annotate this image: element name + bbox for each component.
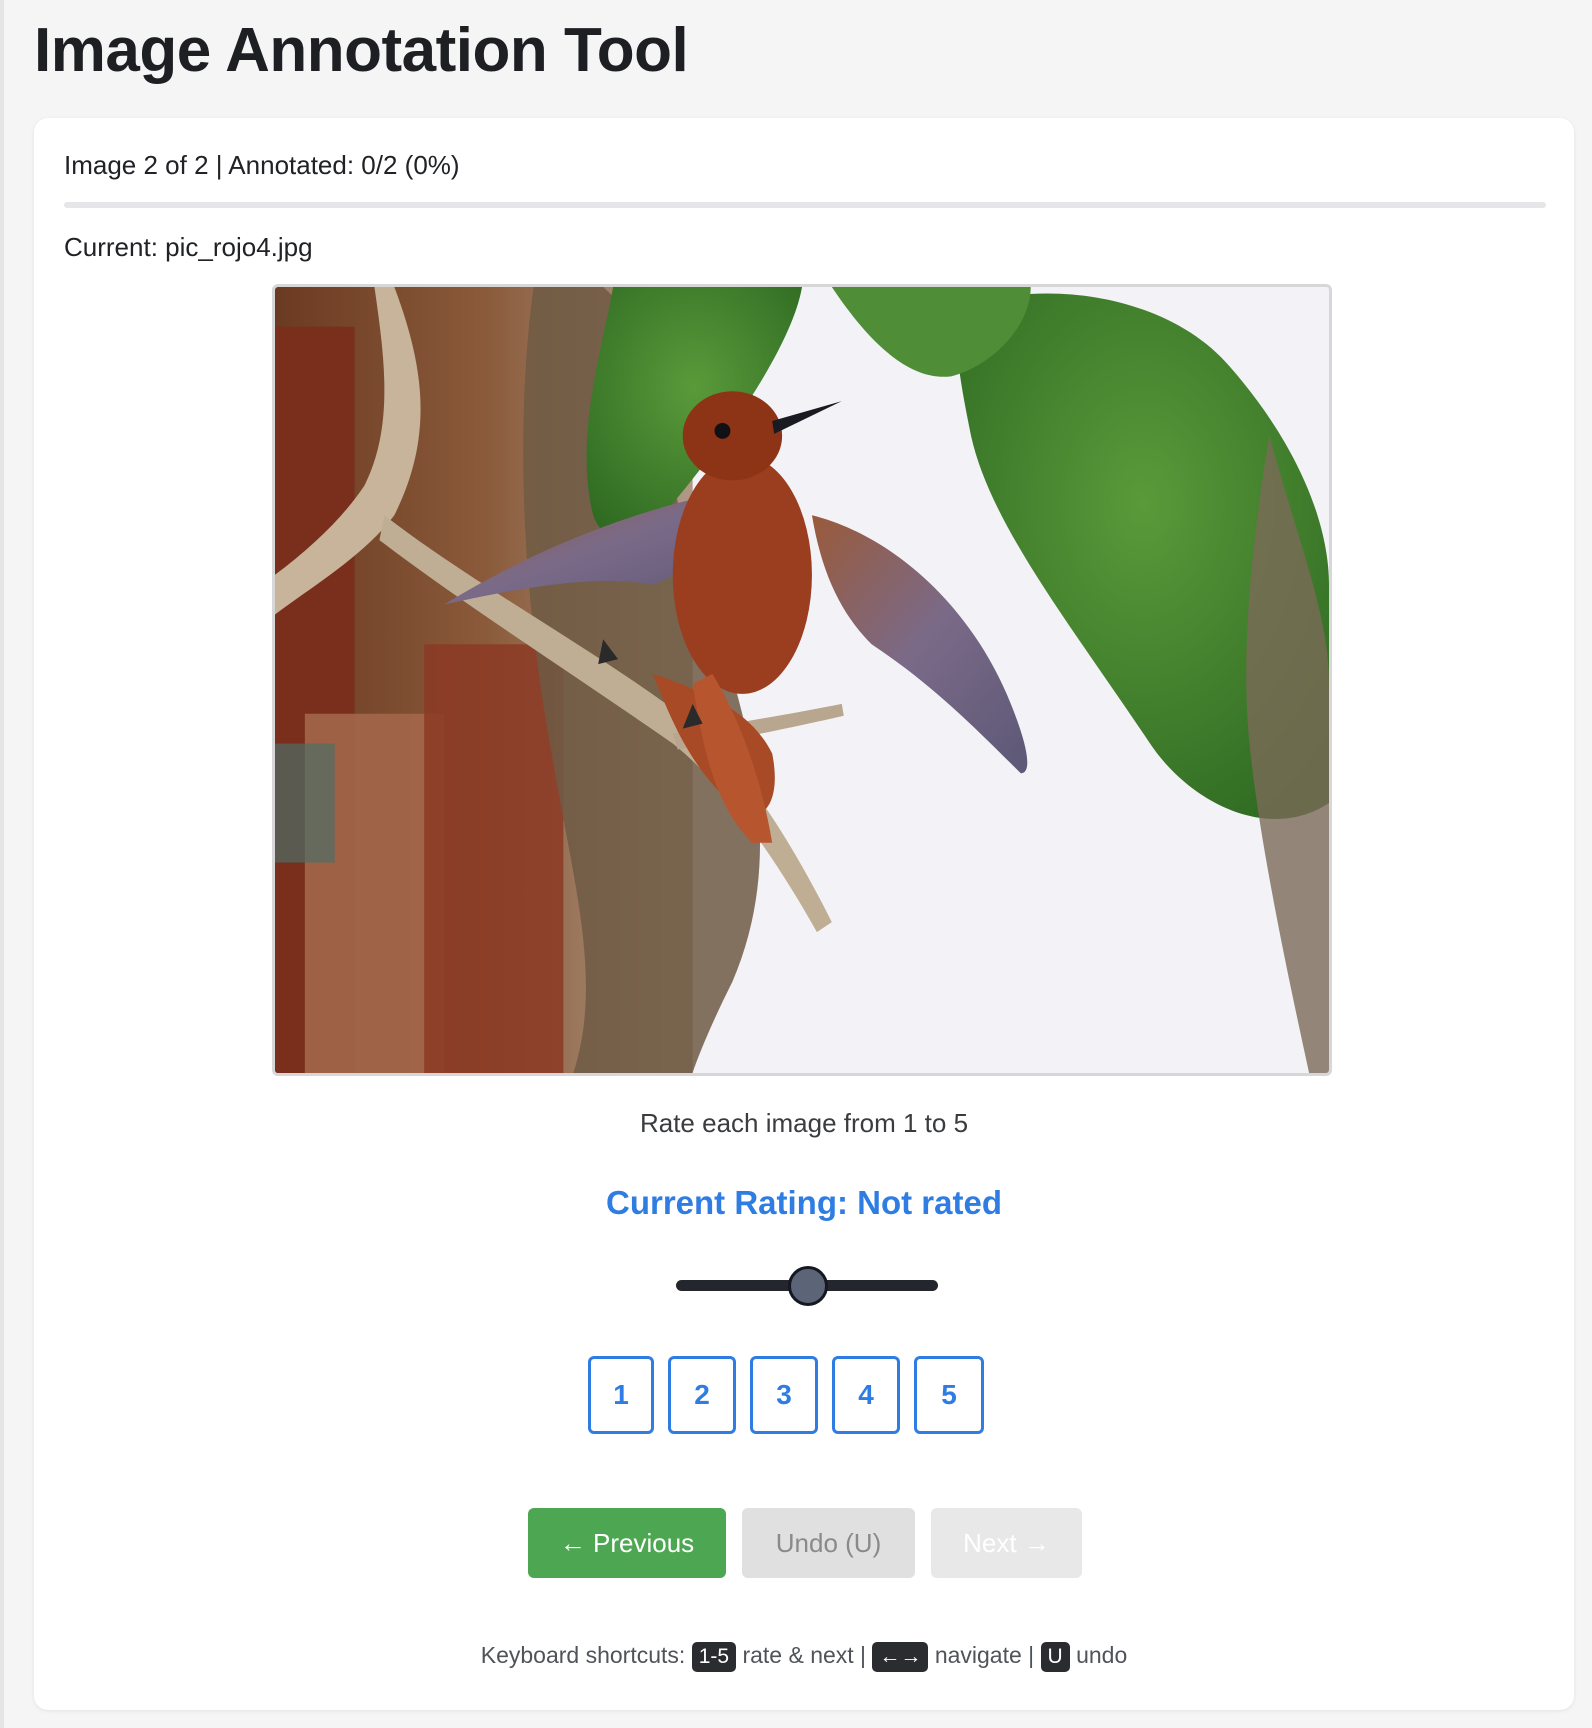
rating-instruction: Rate each image from 1 to 5 bbox=[639, 1108, 969, 1138]
annotation-card: Image 2 of 2 | Annotated: 0/2 (0%) Curre… bbox=[34, 118, 1574, 1710]
rating-button-1[interactable]: 1 bbox=[588, 1356, 654, 1434]
hummingbird-photo bbox=[275, 287, 1329, 1073]
rating-button-group: 1 2 3 4 5 bbox=[588, 1356, 1028, 1438]
rating-slider[interactable] bbox=[676, 1264, 938, 1308]
next-button[interactable]: Next → bbox=[931, 1508, 1082, 1578]
current-filename: Current: pic_rojo4.jpg bbox=[64, 232, 313, 262]
undo-button[interactable]: Undo (U) bbox=[742, 1508, 915, 1578]
slider-thumb[interactable] bbox=[788, 1266, 828, 1306]
page-title: Image Annotation Tool bbox=[34, 16, 689, 85]
progress-text: Image 2 of 2 | Annotated: 0/2 (0%) bbox=[64, 150, 460, 180]
rating-button-2[interactable]: 2 bbox=[668, 1356, 736, 1434]
key-undo: U bbox=[1040, 1642, 1070, 1672]
key-navigate: ←→ bbox=[872, 1642, 929, 1672]
shortcuts-prefix: Keyboard shortcuts: bbox=[480, 1642, 686, 1669]
keyboard-shortcuts: Keyboard shortcuts: 1-5 rate & next | ←→… bbox=[34, 1642, 1574, 1672]
image-preview bbox=[272, 284, 1332, 1076]
progress-bar bbox=[64, 202, 1546, 208]
left-border bbox=[0, 0, 4, 1728]
previous-button[interactable]: ← Previous bbox=[528, 1508, 726, 1578]
current-rating: Current Rating: Not rated bbox=[606, 1184, 1002, 1221]
shortcut-rate-text: rate & next | bbox=[742, 1642, 867, 1669]
rating-button-5[interactable]: 5 bbox=[914, 1356, 984, 1434]
shortcut-nav-text: navigate | bbox=[934, 1642, 1035, 1669]
key-rate: 1-5 bbox=[691, 1642, 737, 1672]
shortcut-undo-text: undo bbox=[1076, 1642, 1128, 1669]
rating-button-3[interactable]: 3 bbox=[750, 1356, 818, 1434]
rating-button-4[interactable]: 4 bbox=[832, 1356, 900, 1434]
